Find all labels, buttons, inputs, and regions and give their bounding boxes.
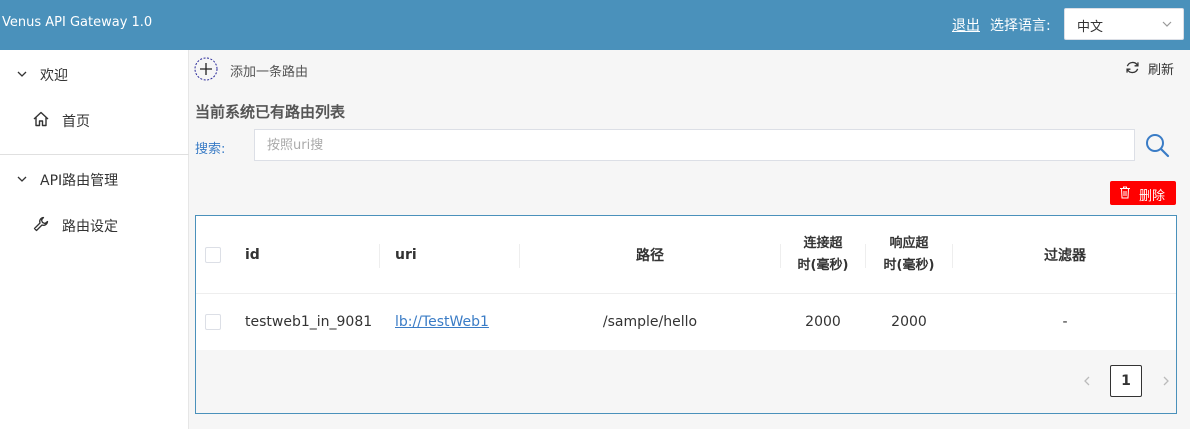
sidebar-item-label: 路由设定 [62, 219, 118, 235]
main-content: 添加一条路由 刷新 当前系统已有路由列表 搜索: 删除 id uri 路径 连接… [190, 50, 1190, 429]
column-separator [379, 244, 380, 268]
cell-path: /sample/hello [602, 314, 698, 330]
cell-uri: lb://TestWeb1 [395, 294, 515, 350]
search-icon[interactable] [1144, 132, 1170, 158]
pagination-page-current[interactable]: 1 [1110, 365, 1142, 397]
search-input[interactable] [254, 129, 1135, 161]
language-label: 选择语言: [990, 18, 1051, 34]
sidebar-item-route-settings[interactable]: 路由设定 [0, 201, 189, 249]
delete-button[interactable]: 删除 [1110, 181, 1176, 205]
home-icon [33, 111, 49, 127]
cell-response-timeout: 2000 [891, 314, 927, 330]
chevron-down-icon [17, 176, 27, 182]
column-header-id: id [245, 246, 260, 263]
column-header-response-timeout: 响应超 时(毫秒) [866, 216, 952, 293]
sidebar: 欢迎 首页 API路由管理 路由设定 [0, 50, 189, 429]
add-circle-icon [194, 57, 218, 81]
page-title: 当前系统已有路由列表 [195, 103, 346, 121]
sidebar-item-home[interactable]: 首页 [0, 96, 189, 144]
cell-filters: - [1062, 314, 1068, 330]
sidebar-group-api-route-management[interactable]: API路由管理 [0, 155, 189, 203]
refresh-label: 刷新 [1148, 63, 1175, 78]
header-line: 响应超 [889, 235, 929, 251]
column-header-uri: uri [395, 246, 417, 263]
language-selected-value: 中文 [1077, 20, 1104, 35]
header-line: 时(毫秒) [797, 257, 849, 273]
select-all-checkbox[interactable] [205, 246, 221, 263]
cell-connect-timeout: 2000 [805, 314, 841, 330]
column-header-connect-timeout: 连接超 时(毫秒) [781, 216, 865, 293]
wrench-icon [33, 216, 49, 232]
sidebar-group-label: 欢迎 [40, 68, 68, 84]
routes-table: id uri 路径 连接超 时(毫秒) 响应超 时(毫秒) 过滤器 testwe… [195, 215, 1177, 414]
sidebar-group-welcome[interactable]: 欢迎 [0, 50, 189, 98]
chevron-right-icon[interactable] [1160, 375, 1172, 387]
search-label: 搜索: [195, 142, 226, 157]
uri-link[interactable]: lb://TestWeb1 [395, 314, 489, 330]
table-row[interactable]: testweb1_in_9081 lb://TestWeb1 /sample/h… [196, 294, 1176, 350]
trash-icon [1120, 186, 1130, 199]
chevron-left-icon[interactable] [1081, 375, 1093, 387]
language-select[interactable]: 中文 [1064, 8, 1184, 40]
refresh-icon [1126, 61, 1139, 74]
header-line: 时(毫秒) [883, 257, 935, 273]
sidebar-item-label: 首页 [62, 114, 90, 130]
top-header: Venus API Gateway 1.0 退出 选择语言: 中文 [0, 0, 1190, 50]
sidebar-group-label: API路由管理 [40, 173, 119, 189]
column-header-filters: 过滤器 [1044, 247, 1086, 264]
app-title: Venus API Gateway 1.0 [2, 15, 153, 30]
delete-label: 删除 [1139, 189, 1166, 204]
table-header: id uri 路径 连接超 时(毫秒) 响应超 时(毫秒) 过滤器 [196, 216, 1176, 294]
chevron-down-icon [17, 71, 27, 77]
cell-id: testweb1_in_9081 [245, 314, 373, 330]
logout-link[interactable]: 退出 [952, 15, 980, 35]
row-checkbox[interactable] [205, 314, 221, 330]
column-header-path: 路径 [636, 247, 664, 264]
chevron-down-icon [1162, 21, 1172, 27]
add-route-label: 添加一条路由 [230, 65, 309, 80]
header-line: 连接超 [803, 235, 843, 251]
